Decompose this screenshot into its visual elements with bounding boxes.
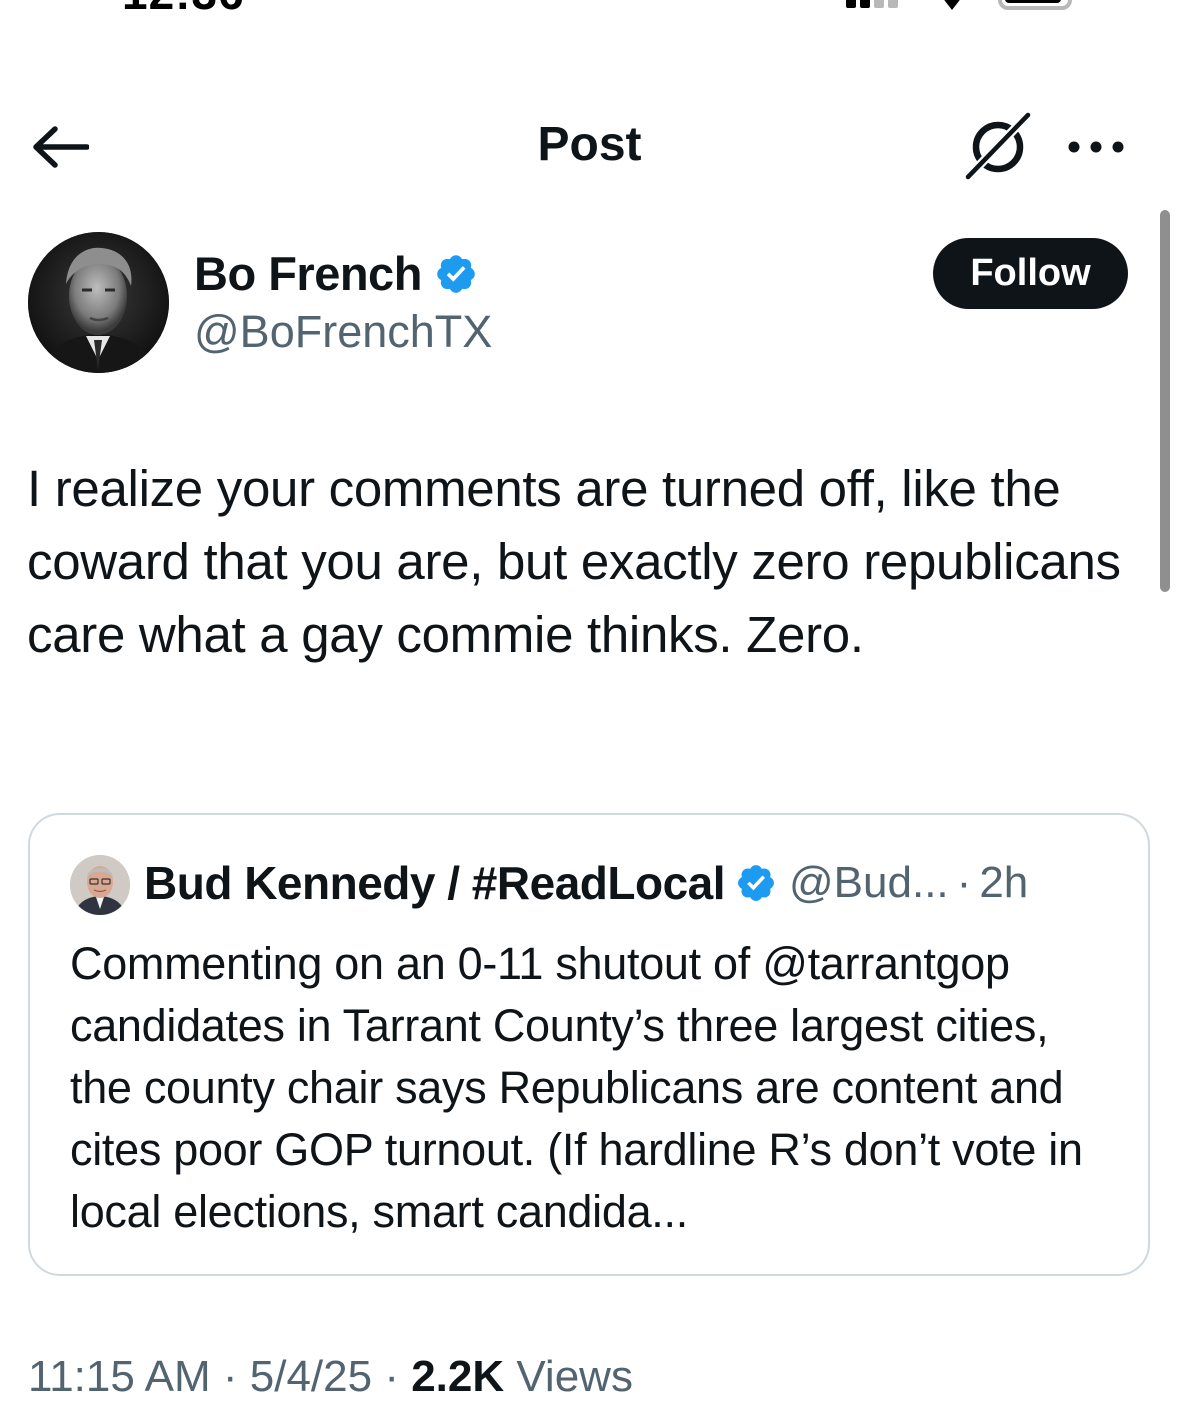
cellular-signal-icon xyxy=(846,0,904,8)
verified-badge-icon xyxy=(437,254,475,293)
quote-author-avatar[interactable] xyxy=(70,855,130,915)
quote-verified-badge xyxy=(735,862,777,904)
meta-separator: · xyxy=(372,1352,412,1401)
post-date: 5/4/25 xyxy=(249,1352,373,1401)
follow-button[interactable]: Follow xyxy=(933,238,1128,309)
author-avatar[interactable] xyxy=(28,232,169,373)
grok-icon xyxy=(964,111,1032,181)
quoted-post-card[interactable]: Bud Kennedy / #ReadLocal @Bud... · 2h Co… xyxy=(28,813,1150,1276)
status-bar: 12:36 xyxy=(0,0,1179,14)
grok-button[interactable] xyxy=(962,111,1034,183)
more-options-button[interactable] xyxy=(1060,121,1132,173)
quote-header: Bud Kennedy / #ReadLocal @Bud... · 2h xyxy=(144,856,1028,910)
meta-separator: · xyxy=(210,1352,250,1401)
views-count[interactable]: 2.2K xyxy=(411,1352,504,1401)
author-name-row: Bo French xyxy=(194,246,478,301)
tweet-text: I realize your comments are turned off, … xyxy=(27,460,1135,663)
author-handle[interactable]: @BoFrenchTX xyxy=(194,306,492,358)
post-meta: 11:15 AM · 5/4/25 · 2.2K Views xyxy=(28,1352,633,1402)
battery-icon xyxy=(998,0,1072,10)
post-time: 11:15 AM xyxy=(28,1352,211,1401)
wifi-icon xyxy=(944,0,960,10)
quote-text: Commenting on an 0-11 shutout of @tarran… xyxy=(70,938,1083,1237)
more-horizontal-icon xyxy=(1068,141,1124,153)
scrollbar[interactable] xyxy=(1160,210,1170,592)
quote-author-handle: @Bud... xyxy=(789,858,949,907)
author-name[interactable]: Bo French xyxy=(194,246,422,301)
quote-author-portrait-image xyxy=(70,855,130,915)
quote-separator: · xyxy=(956,858,972,907)
author-portrait-image xyxy=(28,232,169,373)
quote-author-name: Bud Kennedy / #ReadLocal xyxy=(144,857,726,909)
top-navigation-bar: Post xyxy=(0,95,1179,195)
status-time: 12:36 xyxy=(122,0,245,14)
verified-badge-icon xyxy=(738,865,774,901)
quote-timestamp: 2h xyxy=(979,858,1029,907)
views-label: Views xyxy=(504,1352,633,1401)
